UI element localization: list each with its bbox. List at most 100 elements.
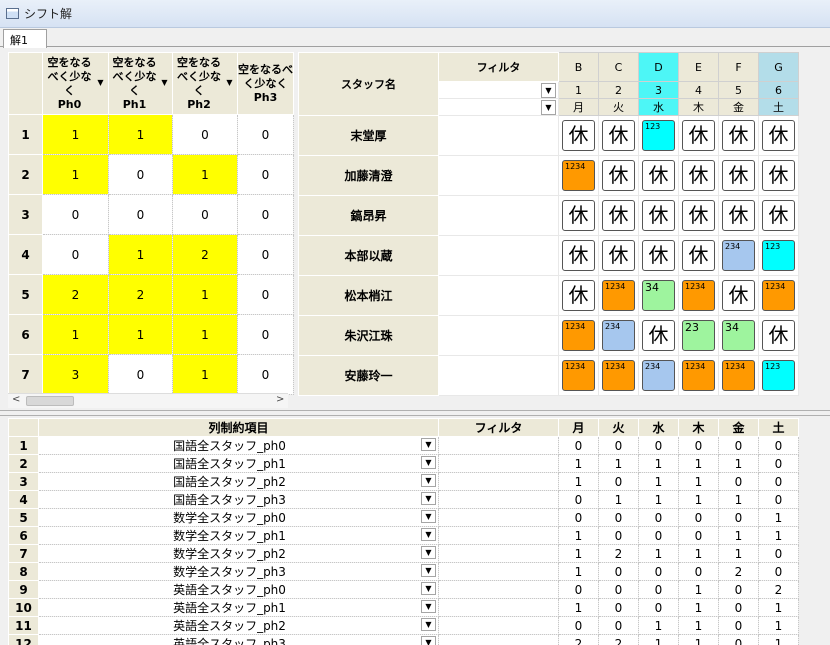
constraint-value[interactable]: 1 [638,454,679,473]
rest-shift[interactable]: 休 [642,240,675,271]
constraint-item-select[interactable]: 英語全スタッフ_ph1 ▼ [38,598,439,617]
row-number[interactable]: 7 [8,544,39,563]
shift-cell[interactable]: 休 [758,115,799,156]
shift-cell[interactable]: 休 [718,275,759,316]
chevron-down-icon[interactable]: ▼ [421,492,436,505]
shift-cell[interactable]: 休 [558,195,599,236]
constraint-value[interactable]: 1 [678,598,719,617]
constraint-value[interactable]: 0 [718,508,759,527]
constraint-filter-cell[interactable] [438,580,559,599]
work-shift[interactable]: 234 [722,240,755,271]
chevron-down-icon[interactable]: ▼ [541,100,556,115]
constraint-value[interactable]: 1 [678,454,719,473]
rest-shift[interactable]: 休 [722,200,755,231]
constraint-value[interactable]: 1 [758,598,799,617]
col-letter[interactable]: B [558,52,599,82]
row-number[interactable]: 12 [8,634,39,645]
constraint-item-select[interactable]: 英語全スタッフ_ph2 ▼ [38,616,439,635]
constraint-item-select[interactable]: 数学全スタッフ_ph3 ▼ [38,562,439,581]
row-number[interactable]: 1 [8,114,43,155]
pane-splitter[interactable] [0,410,830,416]
work-shift[interactable]: 1234 [762,280,795,311]
staff-filter-cell[interactable] [438,275,559,316]
filter-dropdown-1[interactable]: ▼ [438,81,559,99]
constraint-item-select[interactable]: 国語全スタッフ_ph3 ▼ [38,490,439,509]
rest-shift[interactable]: 休 [562,200,595,231]
constraint-value[interactable]: 0 [718,436,759,455]
phase-col-header[interactable]: 空をなるべく少なく Ph2 ▼ [172,52,238,115]
rest-shift[interactable]: 休 [722,160,755,191]
rest-shift[interactable]: 休 [762,200,795,231]
rest-shift[interactable]: 休 [762,120,795,151]
work-shift[interactable]: 1234 [562,360,595,391]
shift-cell[interactable]: 34 [718,315,759,356]
constraint-day-header[interactable]: 土 [758,418,799,437]
constraint-filter-cell[interactable] [438,454,559,473]
constraint-item-select[interactable]: 英語全スタッフ_ph3 ▼ [38,634,439,645]
work-shift[interactable]: 123 [642,120,675,151]
shift-cell[interactable]: 休 [718,155,759,196]
shift-cell[interactable]: 休 [638,155,679,196]
row-number[interactable]: 10 [8,598,39,617]
constraint-value[interactable]: 0 [758,436,799,455]
phase-cell[interactable]: 0 [108,194,173,235]
phase-cell[interactable]: 0 [237,154,294,195]
phase-cell[interactable]: 1 [172,354,238,395]
shift-cell[interactable]: 休 [558,115,599,156]
constraint-filter-cell[interactable] [438,598,559,617]
rest-shift[interactable]: 休 [562,120,595,151]
work-shift[interactable]: 23 [682,320,715,351]
staff-name[interactable]: 鎬昂昇 [298,195,439,236]
constraint-value[interactable]: 0 [638,508,679,527]
rest-shift[interactable]: 休 [762,320,795,351]
constraint-value[interactable]: 1 [678,544,719,563]
filter-header[interactable]: フィルタ [438,52,559,82]
chevron-right-icon[interactable]: > [276,394,284,405]
phase-cell[interactable]: 1 [42,154,109,195]
staff-name[interactable]: 末堂厚 [298,115,439,156]
constraint-item-select[interactable]: 英語全スタッフ_ph0 ▼ [38,580,439,599]
phase-cell[interactable]: 0 [42,194,109,235]
phase-cell[interactable]: 1 [172,274,238,315]
chevron-down-icon[interactable]: ▼ [421,582,436,595]
constraint-value[interactable]: 0 [638,580,679,599]
phase-cell[interactable]: 1 [108,314,173,355]
constraint-value[interactable]: 0 [758,562,799,581]
shift-cell[interactable]: 123 [758,235,799,276]
shift-cell[interactable]: 1234 [678,275,719,316]
constraint-value[interactable]: 1 [598,454,639,473]
constraint-value[interactable]: 1 [678,472,719,491]
phase-cell[interactable]: 3 [42,354,109,395]
constraint-value[interactable]: 0 [638,526,679,545]
constraint-filter-cell[interactable] [438,508,559,527]
constraint-filter-cell[interactable] [438,634,559,645]
constraint-value[interactable]: 0 [598,526,639,545]
constraint-value[interactable]: 2 [758,580,799,599]
row-number[interactable]: 9 [8,580,39,599]
shift-cell[interactable]: 休 [598,195,639,236]
work-shift[interactable]: 123 [762,240,795,271]
work-shift[interactable]: 1234 [562,320,595,351]
constraint-day-header[interactable]: 月 [558,418,599,437]
shift-cell[interactable]: 1234 [718,355,759,396]
rest-shift[interactable]: 休 [602,160,635,191]
work-shift[interactable]: 123 [762,360,795,391]
shift-cell[interactable]: 休 [758,195,799,236]
constraint-value[interactable]: 1 [758,634,799,645]
constraint-value[interactable]: 0 [718,598,759,617]
shift-cell[interactable]: 休 [758,155,799,196]
shift-cell[interactable]: 123 [638,115,679,156]
tab-solution-1[interactable]: 解1 [3,29,47,48]
phase-grid-hscrollbar[interactable]: < > [8,393,288,408]
phase-cell[interactable]: 1 [172,154,238,195]
phase-cell[interactable]: 2 [108,274,173,315]
staff-name[interactable]: 本部以蔵 [298,235,439,276]
constraint-filter-cell[interactable] [438,526,559,545]
rest-shift[interactable]: 休 [602,120,635,151]
staff-name[interactable]: 加藤清澄 [298,155,439,196]
constraint-value[interactable]: 1 [558,562,599,581]
constraint-value[interactable]: 1 [558,598,599,617]
row-number[interactable]: 4 [8,490,39,509]
constraint-value[interactable]: 0 [598,562,639,581]
rest-shift[interactable]: 休 [722,280,755,311]
